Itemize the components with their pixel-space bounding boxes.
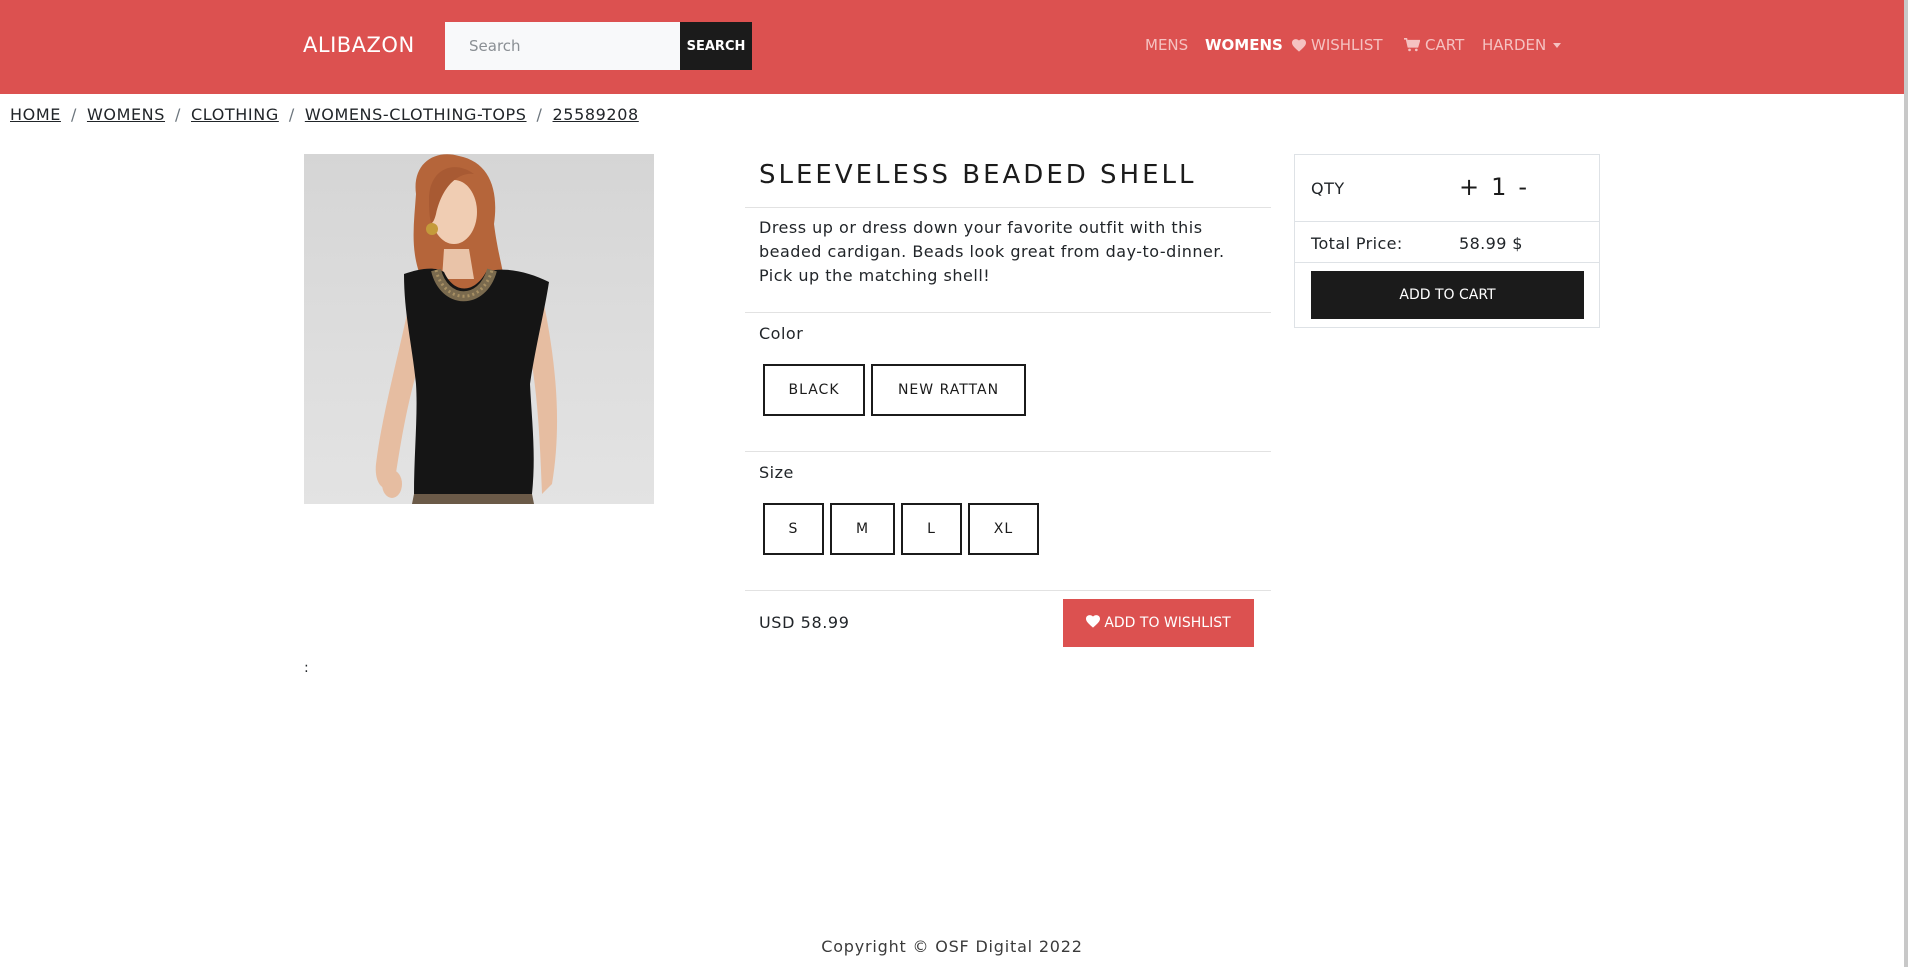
- cart-icon: [1404, 38, 1420, 52]
- add-to-cart-button[interactable]: ADD TO CART: [1311, 271, 1584, 319]
- total-price-label: Total Price:: [1311, 234, 1403, 253]
- search-input[interactable]: [445, 22, 680, 70]
- breadcrumb-separator: /: [70, 105, 77, 124]
- brand-logo[interactable]: ALIBAZON: [303, 33, 415, 57]
- divider: [1295, 221, 1599, 222]
- divider: [1295, 262, 1599, 263]
- color-option-black[interactable]: BLACK: [763, 364, 865, 416]
- nav-link-wishlist-label: WISHLIST: [1311, 36, 1383, 54]
- product-title: SLEEVELESS BEADED SHELL: [759, 160, 1197, 190]
- caret-down-icon: [1553, 42, 1562, 48]
- color-label: Color: [759, 324, 804, 343]
- stray-colon-text: :: [304, 660, 309, 676]
- nav-link-womens[interactable]: WOMENS: [1205, 36, 1283, 54]
- qty-value: 1: [1491, 173, 1507, 201]
- product-description: Dress up or dress down your favorite out…: [759, 218, 1225, 285]
- breadcrumb-product-id[interactable]: 25589208: [553, 105, 639, 124]
- product-image: [304, 154, 654, 504]
- cart-panel: QTY + 1 - Total Price: 58.99 $ ADD TO CA…: [1294, 154, 1600, 328]
- total-price-value: 58.99 $: [1459, 234, 1523, 253]
- breadcrumb-separator: /: [175, 105, 182, 124]
- size-option-s[interactable]: S: [763, 503, 824, 555]
- divider: [745, 590, 1271, 591]
- nav-link-cart[interactable]: CART: [1404, 36, 1464, 54]
- nav-link-mens[interactable]: MENS: [1145, 36, 1188, 54]
- add-to-wishlist-label: ADD TO WISHLIST: [1104, 615, 1231, 631]
- divider: [745, 451, 1271, 452]
- page-scrollbar[interactable]: [1904, 0, 1908, 967]
- divider: [745, 207, 1271, 208]
- breadcrumb-separator: /: [536, 105, 543, 124]
- quantity-stepper: + 1 -: [1459, 173, 1527, 201]
- nav-link-wishlist[interactable]: WISHLIST: [1292, 36, 1383, 54]
- breadcrumb-clothing[interactable]: CLOTHING: [191, 105, 279, 124]
- add-to-wishlist-button[interactable]: ADD TO WISHLIST: [1063, 599, 1254, 647]
- qty-increase-button[interactable]: +: [1459, 173, 1479, 201]
- size-option-xl[interactable]: XL: [968, 503, 1039, 555]
- model-photo-illustration: [375, 154, 558, 504]
- qty-label: QTY: [1311, 179, 1345, 198]
- divider: [745, 312, 1271, 313]
- breadcrumb-separator: /: [288, 105, 295, 124]
- heart-icon: [1086, 614, 1101, 632]
- nav-link-womens-label: WOMENS: [1205, 36, 1283, 54]
- size-label: Size: [759, 463, 794, 482]
- qty-decrease-button[interactable]: -: [1518, 173, 1527, 201]
- color-option-new-rattan[interactable]: NEW RATTAN: [871, 364, 1026, 416]
- breadcrumb-womens-clothing-tops[interactable]: WOMENS-CLOTHING-TOPS: [305, 105, 527, 124]
- user-menu-label: HARDEN: [1482, 36, 1547, 54]
- footer-copyright: Copyright © OSF Digital 2022: [821, 937, 1083, 956]
- breadcrumb-home[interactable]: HOME: [10, 105, 61, 124]
- nav-link-mens-label: MENS: [1145, 36, 1189, 54]
- top-navbar: ALIBAZON SEARCH MENS WOMENS WISHLIST CAR…: [0, 0, 1904, 94]
- heart-icon: [1292, 38, 1306, 52]
- nav-link-cart-label: CART: [1425, 36, 1465, 54]
- size-option-m[interactable]: M: [830, 503, 895, 555]
- search-button[interactable]: SEARCH: [680, 22, 752, 70]
- size-option-l[interactable]: L: [901, 503, 962, 555]
- user-menu-dropdown[interactable]: HARDEN: [1482, 36, 1562, 54]
- breadcrumb: HOME / WOMENS / CLOTHING / WOMENS-CLOTHI…: [10, 105, 639, 124]
- breadcrumb-womens[interactable]: WOMENS: [87, 105, 165, 124]
- product-price: USD 58.99: [759, 613, 850, 632]
